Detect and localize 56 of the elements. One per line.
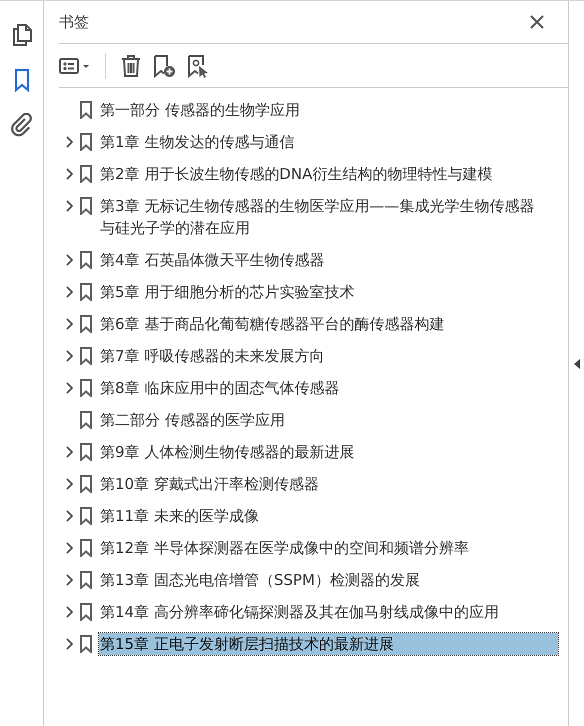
bookmark-icon: [80, 443, 92, 461]
add-bookmark-icon[interactable]: [152, 54, 176, 78]
bookmark-icon: [80, 251, 92, 269]
bookmark-item[interactable]: 第2章 用于长波生物传感的DNA衍生结构的物理特性与建模: [99, 163, 558, 185]
expand-chevron-icon[interactable]: [66, 542, 73, 554]
expand-chevron-icon[interactable]: [66, 286, 73, 298]
expand-chevron-icon[interactable]: [66, 382, 73, 394]
expand-chevron-icon[interactable]: [66, 510, 73, 522]
bookmark-icon: [80, 411, 92, 429]
collapse-arrow-icon[interactable]: [574, 358, 580, 368]
paperclip-icon[interactable]: [10, 113, 34, 137]
expand-chevron-icon[interactable]: [66, 606, 73, 618]
bookmark-item[interactable]: 第12章 半导体探测器在医学成像中的空间和频谱分辨率: [99, 537, 558, 559]
bookmark-item[interactable]: 第15章 正电子发射断层扫描技术的最新进展: [99, 633, 558, 655]
bookmark-item[interactable]: 第6章 基于商品化葡萄糖传感器平台的酶传感器构建: [99, 313, 558, 335]
bookmark-item[interactable]: 第一部分 传感器的生物学应用: [99, 99, 558, 121]
bookmark-item[interactable]: 第1章 生物发达的传感与通信: [99, 131, 558, 153]
expand-chevron-icon[interactable]: [66, 200, 73, 212]
bookmark-item[interactable]: 第二部分 传感器的医学应用: [99, 409, 558, 431]
close-icon[interactable]: [530, 15, 544, 29]
bookmark-cursor-icon[interactable]: [186, 54, 210, 78]
expand-chevron-icon[interactable]: [66, 136, 73, 148]
bookmark-icon: [80, 539, 92, 557]
bookmark-item[interactable]: 第8章 临床应用中的固态气体传感器: [99, 377, 558, 399]
trash-icon[interactable]: [120, 54, 142, 78]
bookmark-icon: [80, 133, 92, 151]
bookmark-icon: [80, 507, 92, 525]
bookmark-icon: [80, 475, 92, 493]
expand-chevron-icon[interactable]: [66, 574, 73, 586]
bookmark-item[interactable]: 第3章 无标记生物传感器的生物医学应用——集成光学生物传感器与硅光子学的潜在应用: [99, 195, 558, 239]
bookmark-icon: [80, 165, 92, 183]
bookmark-icon: [80, 571, 92, 589]
bookmark-item[interactable]: 第5章 用于细胞分析的芯片实验室技术: [99, 281, 558, 303]
expand-chevron-icon[interactable]: [66, 478, 73, 490]
bookmark-item[interactable]: 第4章 石英晶体微天平生物传感器: [99, 249, 558, 271]
expand-chevron-icon[interactable]: [66, 254, 73, 266]
bookmark-item[interactable]: 第14章 高分辨率碲化镉探测器及其在伽马射线成像中的应用: [99, 601, 558, 623]
bookmark-item[interactable]: 第13章 固态光电倍增管（SSPM）检测器的发展: [99, 569, 558, 591]
expand-chevron-icon[interactable]: [66, 168, 73, 180]
expand-chevron-icon[interactable]: [66, 318, 73, 330]
bookmark-icon: [80, 315, 92, 333]
bookmark-icon: [80, 283, 92, 301]
bookmark-icon: [80, 635, 92, 653]
bookmark-icon: [80, 603, 92, 621]
expand-chevron-icon[interactable]: [66, 638, 73, 650]
bookmark-item[interactable]: 第7章 呼吸传感器的未来发展方向: [99, 345, 558, 367]
bookmark-icon: [80, 197, 92, 215]
expand-chevron-icon[interactable]: [66, 350, 73, 362]
bookmark-icon: [80, 101, 92, 119]
bookmark-item[interactable]: 第9章 人体检测生物传感器的最新进展: [99, 441, 558, 463]
panel-title: 书签: [59, 12, 89, 32]
bookmark-item[interactable]: 第10章 穿戴式出汗率检测传感器: [99, 473, 558, 495]
bookmark-icon: [80, 379, 92, 397]
bookmark-icon: [80, 347, 92, 365]
expand-chevron-icon[interactable]: [66, 446, 73, 458]
bookmark-item[interactable]: 第11章 未来的医学成像: [99, 505, 558, 527]
